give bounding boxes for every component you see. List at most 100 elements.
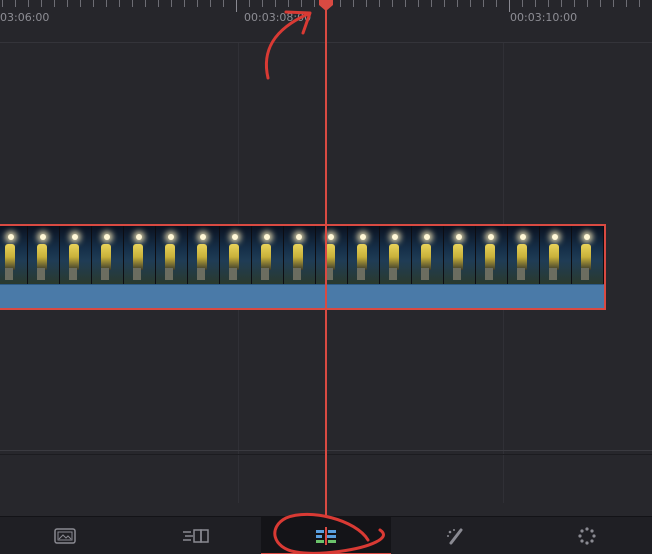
ruler-minor-tick (145, 0, 146, 7)
ruler-minor-tick (288, 0, 289, 7)
media-page-button[interactable] (0, 517, 130, 554)
clip-frame-thumbnail (444, 226, 476, 284)
ruler-minor-tick (483, 0, 484, 7)
clip-frame-thumbnail (380, 226, 412, 284)
figure-silhouette (260, 244, 271, 270)
ruler-minor-tick (28, 0, 29, 7)
ruler-minor-tick (496, 0, 497, 7)
ruler-minor-tick (275, 0, 276, 7)
cut-page-button[interactable] (130, 517, 260, 554)
figure-legs (421, 268, 430, 280)
figure-silhouette (580, 244, 591, 270)
ruler-minor-tick (431, 0, 432, 7)
figure-legs (581, 268, 590, 280)
ruler-minor-tick (262, 0, 263, 7)
figure-silhouette (100, 244, 111, 270)
clip-frame-thumbnail (508, 226, 540, 284)
ruler-minor-tick (15, 0, 16, 7)
figure-legs (69, 268, 78, 280)
clip-frame-thumbnail (572, 226, 604, 284)
audio-clip[interactable] (0, 284, 604, 308)
figure-silhouette (228, 244, 239, 270)
ruler-minor-tick (418, 0, 419, 7)
clip-frame-thumbnail (156, 226, 188, 284)
light-flare (104, 234, 111, 240)
figure-silhouette (548, 244, 559, 270)
ruler-minor-tick (626, 0, 627, 7)
ruler-minor-tick (522, 0, 523, 7)
light-flare (264, 234, 271, 240)
timeline-clip[interactable] (0, 224, 606, 310)
figure-legs (37, 268, 46, 280)
figure-legs (517, 268, 526, 280)
media-page-icon (54, 528, 76, 544)
figure-silhouette (196, 244, 207, 270)
ruler-minor-tick (548, 0, 549, 7)
figure-legs (549, 268, 558, 280)
ruler-minor-tick (587, 0, 588, 7)
ruler-minor-tick (106, 0, 107, 7)
ruler-minor-tick (249, 0, 250, 7)
figure-silhouette (388, 244, 399, 270)
light-flare (584, 234, 591, 240)
figure-legs (293, 268, 302, 280)
ruler-minor-tick (93, 0, 94, 7)
clip-frame-thumbnail (316, 226, 348, 284)
ruler-minor-tick (444, 0, 445, 7)
light-flare (136, 234, 143, 240)
light-flare (200, 234, 207, 240)
ruler-minor-tick (197, 0, 198, 7)
ruler-major-tick (509, 0, 510, 12)
light-flare (488, 234, 495, 240)
clip-frame-thumbnail (124, 226, 156, 284)
ruler-minor-tick (2, 0, 3, 7)
edit-page-icon (316, 527, 337, 545)
figure-silhouette (4, 244, 15, 270)
figure-legs (229, 268, 238, 280)
page-navigation-bar (0, 516, 652, 554)
ruler-minor-tick (184, 0, 185, 7)
ruler-minor-tick (457, 0, 458, 7)
light-flare (168, 234, 175, 240)
light-flare (552, 234, 559, 240)
clip-frame-thumbnail (412, 226, 444, 284)
light-flare (328, 234, 335, 240)
ruler-minor-tick (301, 0, 302, 7)
ruler-minor-tick (67, 0, 68, 7)
edit-page-button[interactable] (260, 517, 392, 554)
light-flare (40, 234, 47, 240)
ruler-minor-tick (613, 0, 614, 7)
timecode-label: 00:03:08:00 (244, 11, 312, 24)
ruler-minor-tick (470, 0, 471, 7)
ruler-minor-tick (158, 0, 159, 7)
clip-frame-thumbnail (60, 226, 92, 284)
fusion-page-button[interactable] (391, 517, 521, 554)
clip-frame-thumbnail (476, 226, 508, 284)
light-flare (232, 234, 239, 240)
clip-frame-thumbnail (0, 226, 28, 284)
ruler-minor-tick (41, 0, 42, 7)
playhead-line[interactable] (325, 6, 327, 516)
video-clip-thumbnails[interactable] (0, 226, 604, 284)
clip-frame-thumbnail (348, 226, 380, 284)
ruler-minor-tick (80, 0, 81, 7)
color-page-button[interactable] (522, 517, 652, 554)
ruler-minor-tick (340, 0, 341, 7)
ruler-minor-tick (366, 0, 367, 7)
figure-legs (453, 268, 462, 280)
ruler-minor-tick (639, 0, 640, 7)
clip-frame-thumbnail (284, 226, 316, 284)
fusion-page-icon (447, 528, 463, 545)
light-flare (72, 234, 79, 240)
figure-silhouette (164, 244, 175, 270)
figure-legs (261, 268, 270, 280)
playhead-handle[interactable] (318, 0, 334, 12)
ruler-minor-tick (561, 0, 562, 7)
clip-frame-thumbnail (540, 226, 572, 284)
figure-silhouette (68, 244, 79, 270)
clip-frame-thumbnail (92, 226, 124, 284)
color-page-icon (578, 527, 596, 545)
figure-legs (357, 268, 366, 280)
figure-silhouette (356, 244, 367, 270)
ruler-minor-tick (54, 0, 55, 7)
